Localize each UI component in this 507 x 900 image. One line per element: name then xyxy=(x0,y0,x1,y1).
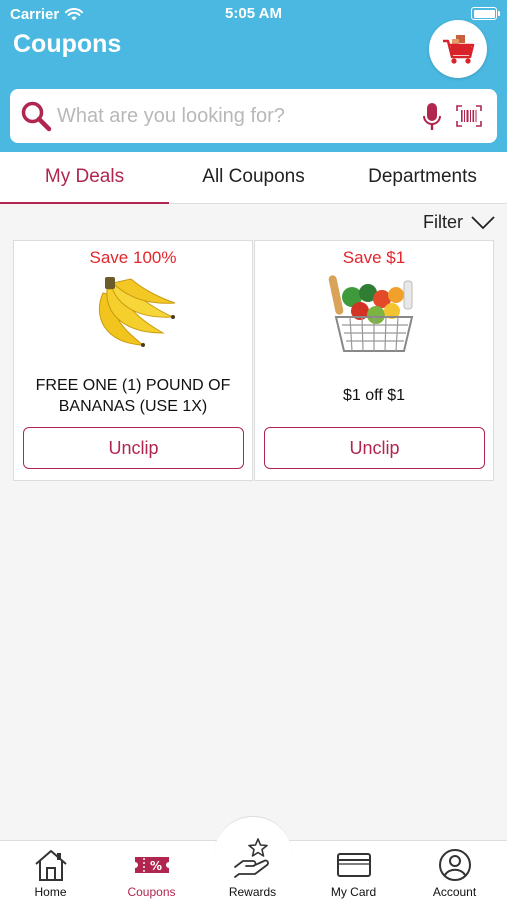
nav-coupons-label: Coupons xyxy=(127,885,176,899)
bottom-nav: Home % Coupons Rewards My Card Account xyxy=(0,816,507,900)
rewards-icon xyxy=(233,838,269,878)
barcode-scan-icon[interactable] xyxy=(456,105,482,127)
coupon-description: $1 off $1 xyxy=(343,387,405,404)
grocery-basket-image xyxy=(255,271,493,359)
tab-departments[interactable]: Departments xyxy=(338,152,507,203)
svg-text:%: % xyxy=(149,859,161,873)
account-icon xyxy=(438,849,471,881)
cart-button[interactable] xyxy=(429,20,487,78)
bananas-image xyxy=(14,275,252,350)
nav-coupons[interactable]: % Coupons xyxy=(101,841,202,900)
coupon-card: Save $1 $1 off $1 Unclip xyxy=(254,240,494,481)
card-icon xyxy=(336,853,371,877)
nav-home-label: Home xyxy=(34,885,67,899)
coupon-description: FREE ONE (1) POUND OF BANANAS (USE 1X) xyxy=(35,377,231,415)
coupon-icon: % xyxy=(134,857,169,873)
coupon-save-label: Save 100% xyxy=(89,248,177,267)
deals-tabs: My Deals All Coupons Departments xyxy=(0,152,507,204)
nav-rewards[interactable]: Rewards xyxy=(202,838,303,900)
nav-my-card-label: My Card xyxy=(330,885,377,899)
battery-icon xyxy=(471,7,500,20)
nav-account[interactable]: Account xyxy=(404,841,505,900)
nav-home[interactable]: Home xyxy=(0,841,101,900)
shopping-cart-icon xyxy=(443,35,475,64)
nav-account-label: Account xyxy=(432,885,477,899)
unclip-button[interactable]: Unclip xyxy=(23,427,244,469)
tab-all-coupons[interactable]: All Coupons xyxy=(169,152,338,203)
nav-rewards-label: Rewards xyxy=(228,885,277,899)
page-title: Coupons xyxy=(13,30,122,58)
coupon-save-label: Save $1 xyxy=(342,248,406,267)
tab-my-deals[interactable]: My Deals xyxy=(0,152,169,204)
header: Carrier 5:05 AM Coupons xyxy=(0,0,507,152)
coupon-card: Save 100% FREE ONE (1) POUND OF BANANAS … xyxy=(13,240,253,481)
home-icon xyxy=(34,850,67,881)
filter-label: Filter xyxy=(423,212,463,232)
filter-button[interactable]: Filter xyxy=(423,212,495,233)
search-icon xyxy=(21,101,52,132)
chevron-down-icon xyxy=(471,215,495,229)
unclip-button[interactable]: Unclip xyxy=(264,427,485,469)
search-input[interactable] xyxy=(57,89,407,143)
search-bar xyxy=(10,89,497,143)
status-bar: Carrier 5:05 AM xyxy=(0,0,507,28)
status-time: 5:05 AM xyxy=(225,5,282,22)
microphone-icon[interactable] xyxy=(422,102,442,132)
nav-my-card[interactable]: My Card xyxy=(303,841,404,900)
